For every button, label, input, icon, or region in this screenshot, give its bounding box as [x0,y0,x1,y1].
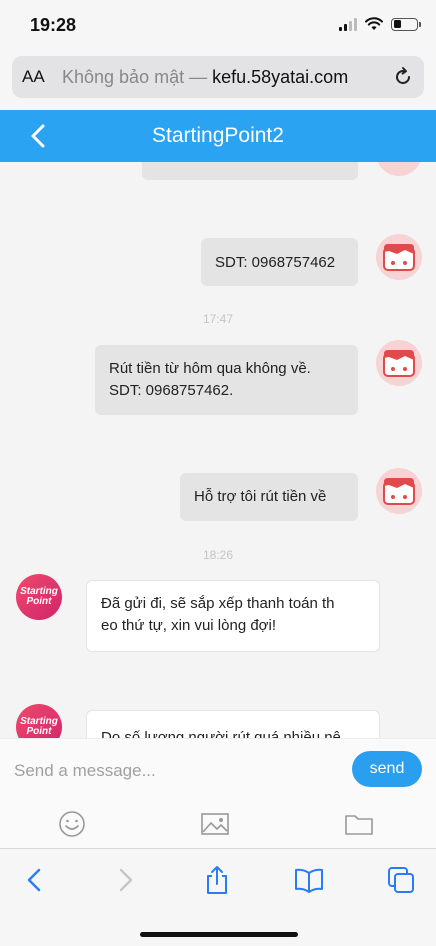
folder-icon[interactable] [344,810,374,838]
address-bar[interactable]: AA Không bảo mật — kefu.58yatai.com [12,56,424,98]
browser-toolbar [0,848,436,946]
back-icon[interactable] [20,865,50,895]
send-button[interactable]: send [352,751,422,787]
text-size-button[interactable]: AA [22,67,62,87]
emoji-icon[interactable] [57,810,87,838]
domain-label: kefu.58yatai.com [212,66,349,87]
user-avatar-icon [383,478,415,505]
chat-title: StartingPoint2 [152,124,284,147]
back-arrow-icon[interactable] [28,123,50,149]
security-label: Không bảo mật — [62,66,208,87]
bookmarks-icon[interactable] [294,865,324,895]
message-input[interactable] [14,759,334,783]
user-avatar [376,340,422,386]
agent-avatar: Starting Point [16,574,62,620]
timestamp: 18:26 [202,548,234,562]
battery-icon [391,17,421,31]
cell-signal-icon [339,17,357,31]
home-indicator [140,932,298,937]
message-bubble: Đã gửi đi, sẽ sắp xếp thanh toán th eo t… [86,580,380,652]
user-avatar-icon [383,244,415,271]
message-bubble-cut [142,162,358,180]
chat-log[interactable]: SDT: 0968757462 17:47 Rút tiền từ hôm qu… [0,162,436,738]
image-icon[interactable] [200,810,230,838]
chat-header: StartingPoint2 [0,110,436,162]
message-bubble: Hỗ trợ tôi rút tiền về [180,473,358,521]
message-composer: send [0,738,436,800]
url-text[interactable]: Không bảo mật — kefu.58yatai.com [62,67,392,88]
user-avatar-icon [383,350,415,377]
agent-avatar: Starting Point [16,704,62,738]
share-icon[interactable] [202,865,232,895]
message-bubble: SDT: 0968757462 [201,238,358,286]
reload-icon[interactable] [392,66,414,88]
wifi-icon [365,17,383,30]
forward-icon[interactable] [110,865,140,895]
composer-tools [0,800,436,848]
tabs-icon[interactable] [386,865,416,895]
clock: 19:28 [30,15,77,35]
browser-address-area: AA Không bảo mật — kefu.58yatai.com [0,50,436,110]
status-bar: 19:28 [0,0,436,50]
user-avatar [376,162,422,176]
user-avatar [376,468,422,514]
message-bubble: Rút tiền từ hôm qua không về. SDT: 09687… [95,345,358,415]
timestamp: 17:47 [202,312,234,326]
user-avatar [376,234,422,280]
status-icons [339,17,421,31]
message-bubble: Do số lượng người rút quá nhiều nê [86,710,380,738]
